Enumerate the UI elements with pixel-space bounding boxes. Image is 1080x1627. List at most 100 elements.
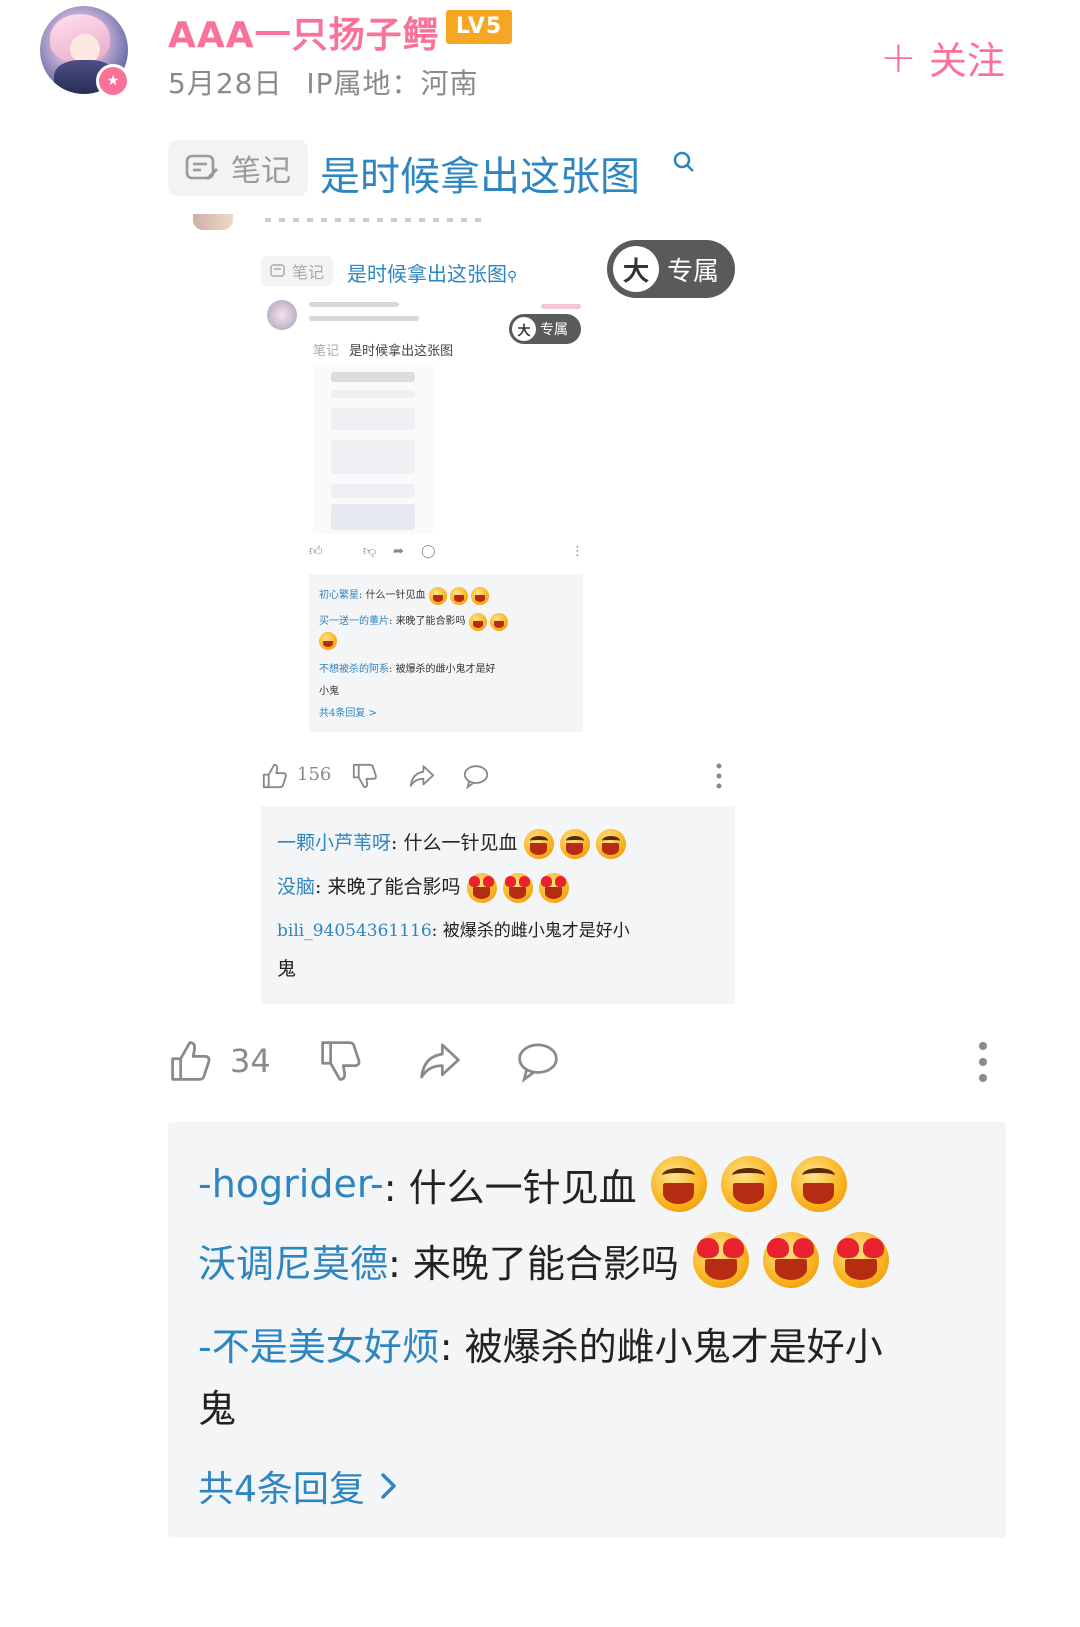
chevron-right-icon [381,1473,396,1499]
embedded-reply-box: 一颗小芦苇呀: 什么一针见血 没脑: 来晚了能合影吗 bili_94054361… [261,806,735,1004]
embedded-like-count: 156 [297,764,332,785]
share-icon [409,765,435,787]
reply-text: : 什么一针见血 [383,1165,637,1210]
search-icon[interactable] [672,150,696,174]
reply-wrap-text: 鬼 [198,1387,237,1431]
nested-reply-box: 初心繁星: 什么一针见血 买一送一的董片: 来晚了能合影吗 不想被杀的阿系: 被… [309,574,583,732]
big-member-icon: 大 [512,317,536,341]
laughing-emoji-icon [790,1156,847,1212]
note-tag[interactable]: 笔记 [168,140,308,196]
nested-reply-name: 不想被杀的阿系 [319,664,389,675]
post-date: 5月28日 [168,67,283,100]
nested-reply-text: 来晚了能合影吗 [395,616,466,627]
embedded-note-tag-label: 笔记 [291,263,324,282]
nested-reply-name: 买一送一的董片 [319,616,389,627]
embedded-username-blur [309,302,399,307]
embedded-reply-text: : 来晚了能合影吗 [315,876,461,898]
note-icon [185,154,219,181]
embedded-screenshot[interactable]: 笔记 是时候拿出这张图⚲ 大 专属 大 专属 笔记 是时候拿出这张图 👍︎ 👎︎… [185,214,745,1004]
like-count: 34 [230,1042,271,1080]
reply-row[interactable]: 沃调尼莫德 : 来晚了能合影吗 [198,1232,889,1288]
username[interactable]: AAA一只扬子鳄 [168,6,440,58]
embedded-reply-name: 没脑 [277,876,316,898]
nested-reply-text: 什么一针见血 [365,590,426,601]
laughing-emoji-icon [595,829,626,859]
heart-eyes-emoji-icon [466,873,497,903]
reply-row[interactable]: -hogrider- : 什么一针见血 [198,1156,847,1212]
follow-label: 关注 [928,39,1005,83]
embedded-reply-text: : 什么一针见血 [391,832,518,854]
reply-row[interactable]: -不是美女好烦 : 被爆杀的雌小鬼才是好小 [198,1316,883,1371]
reply-username[interactable]: -不是美女好烦 [198,1316,440,1371]
nested-screenshot [313,364,433,534]
heart-eyes-emoji-icon [692,1232,749,1288]
nested-action-bar: 👍︎ 👎︎ ➦ ◯ ⋮ [309,544,584,564]
reply-text: : 被爆杀的雌小鬼才是好小 [439,1325,883,1369]
exclusive-label-small: 专属 [540,322,568,338]
laughing-emoji-icon [428,586,447,605]
search-icon: ⚲ [507,269,518,285]
vip-badge-icon: ★ [96,64,130,98]
embedded-reply-text: : 被爆杀的雌小鬼才是好小 [431,921,630,941]
comment-icon [463,765,489,790]
comment-icon: ◯ [421,544,436,559]
action-bar: 34 [168,1036,1004,1088]
nested-note-title: 是时候拿出这张图 [349,344,454,359]
follow-button[interactable]: + 关注 [880,30,1005,85]
heart-eyes-emoji-icon [538,873,569,903]
embedded-note-title: 是时候拿出这张图⚲ [347,258,517,287]
post-meta: 5月28日 IP属地：河南 [168,62,479,102]
heart-eyes-emoji-icon [502,873,533,903]
nested-more-replies: 共4条回复 > [319,708,377,719]
embedded-reply-wrap: 鬼 [277,958,297,980]
embedded-pink-blur [541,304,581,309]
big-member-icon: 大 [613,246,659,292]
exclusive-badge: 大 专属 [607,240,735,298]
cropped-avatar [193,214,233,230]
share-icon[interactable] [416,1038,464,1084]
more-icon: ⋮ [571,544,584,559]
level-badge: LV5 [446,10,512,44]
laughing-emoji-icon [720,1156,777,1212]
more-options-icon[interactable] [976,1040,990,1084]
nested-reply-name: 初心繁星 [319,590,359,601]
embedded-avatar [267,300,297,330]
plus-icon: + [880,31,917,83]
laughing-emoji-icon [449,586,468,605]
exclusive-label: 专属 [667,256,720,287]
exclusive-badge-small: 大 专属 [509,314,581,344]
cropped-text [265,218,485,222]
embedded-reply-name: bili_94054361116 [277,921,432,941]
reply-username[interactable]: 沃调尼莫德 [198,1233,388,1288]
heart-eyes-emoji-icon [489,612,508,631]
thumb-down-icon [352,763,377,789]
share-icon: ➦ [393,544,404,559]
view-all-replies-link[interactable]: 共4条回复 [198,1460,399,1512]
note-icon [270,264,285,277]
nested-note-tag: 笔记 [313,344,340,359]
more-icon [716,763,722,789]
thumb-up-icon[interactable] [168,1038,214,1084]
reply-preview[interactable]: -hogrider- : 什么一针见血 沃调尼莫德 : 来晚了能合影吗 -不是美… [168,1122,1006,1538]
laughing-emoji-icon [650,1156,707,1212]
thumb-down-icon[interactable] [318,1038,364,1084]
laughing-emoji-icon [523,829,554,859]
embedded-note-title-text: 是时候拿出这张图 [347,262,507,286]
note-tag-label: 笔记 [231,154,291,189]
heart-eyes-emoji-icon [468,612,487,631]
embedded-reply-name: 一颗小芦苇呀 [277,832,392,854]
reply-username[interactable]: -hogrider- [198,1162,384,1206]
reply-text: : 来晚了能合影吗 [388,1241,679,1286]
heart-eyes-emoji-icon [832,1232,889,1288]
embedded-meta-blur [309,316,419,321]
note-title-link[interactable]: 是时候拿出这张图 [320,144,640,202]
nested-reply-text: 被爆杀的雌小鬼才是好 [395,664,496,675]
nested-reply-wrap: 小鬼 [319,686,339,697]
embedded-note-tag: 笔记 [261,256,333,286]
embedded-action-bar: 156 [261,762,731,790]
thumb-up-icon [262,763,287,789]
comment-icon[interactable] [514,1038,562,1084]
thumb-up-icon: 👍︎ [309,544,323,559]
heart-eyes-emoji-icon [319,632,337,650]
heart-eyes-emoji-icon [762,1232,819,1288]
